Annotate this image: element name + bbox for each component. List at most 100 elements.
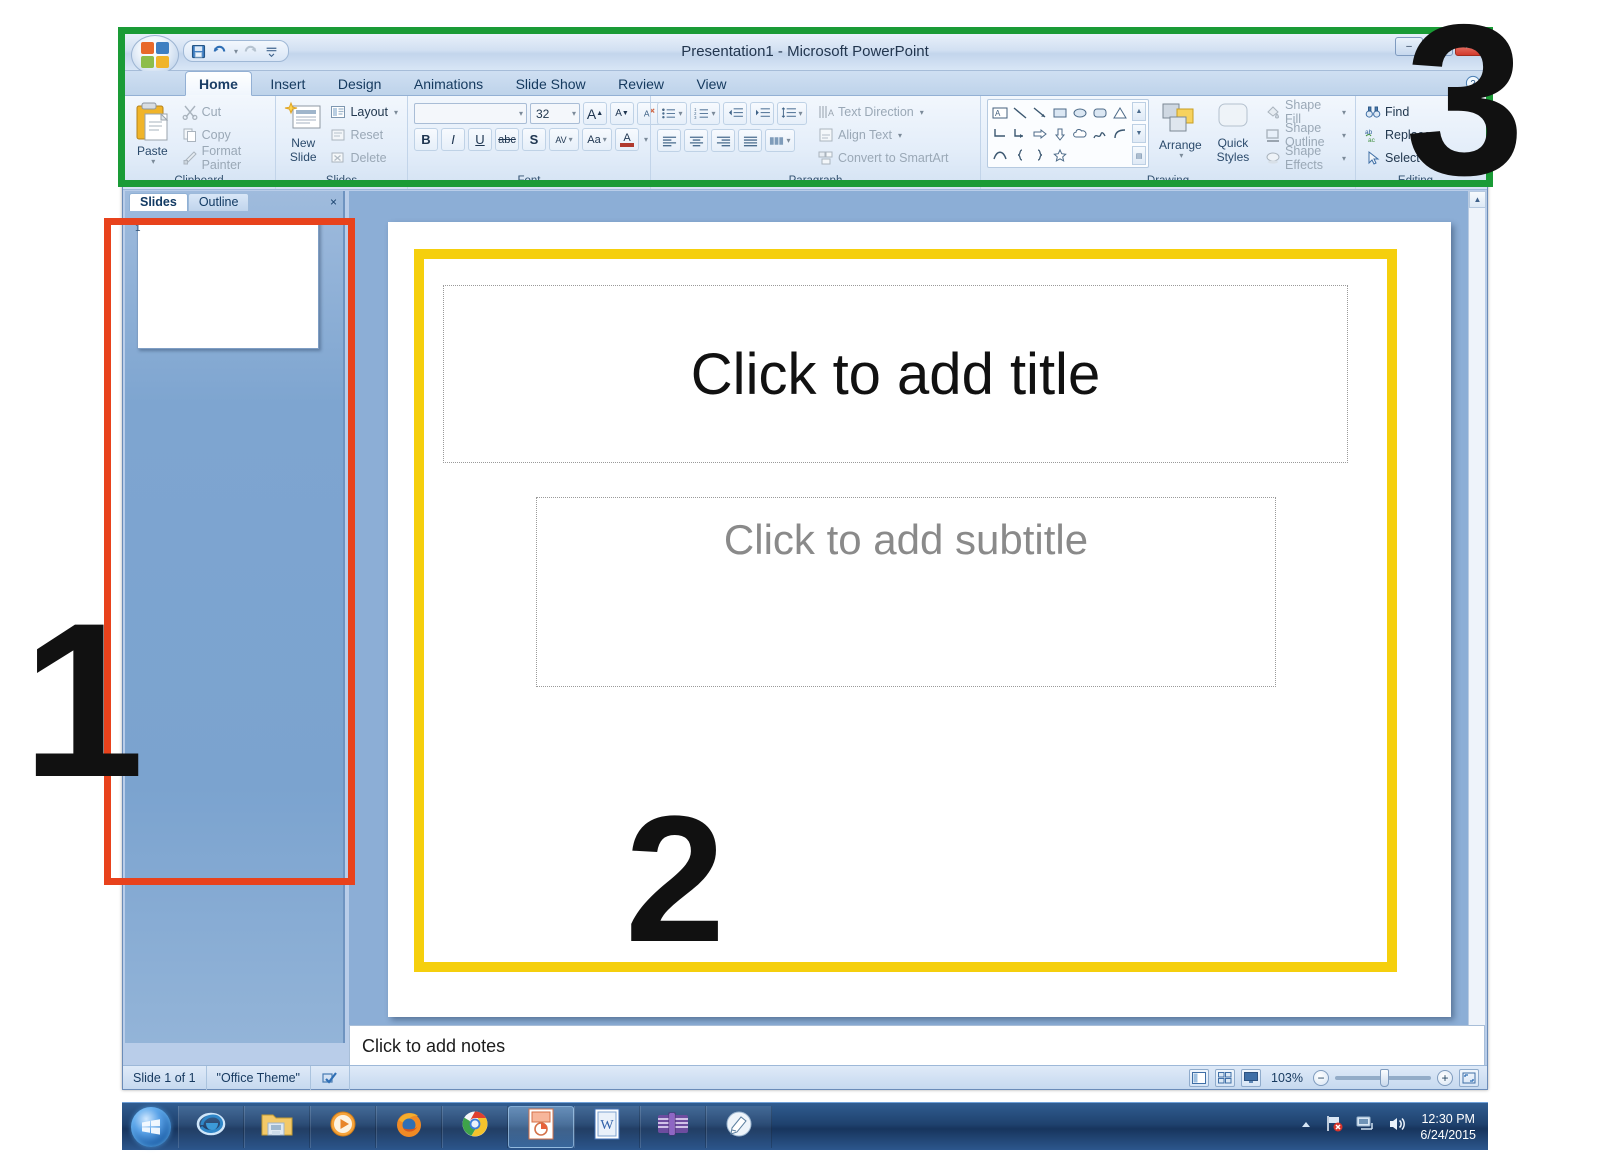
character-spacing-button[interactable]: AV ▾ [549, 128, 579, 151]
slide-canvas[interactable]: Click to add title Click to add subtitle [388, 222, 1451, 1017]
slide-sorter-view-button[interactable] [1215, 1068, 1236, 1087]
arrow-shape-icon[interactable] [1030, 102, 1050, 123]
close-slides-panel-icon[interactable]: × [330, 195, 337, 209]
cloud-shape-icon[interactable] [1070, 123, 1090, 144]
shape-outline-dropdown-icon[interactable]: ▾ [1342, 131, 1346, 140]
arrange-dropdown-icon[interactable]: ▾ [1179, 151, 1183, 160]
right-brace-shape-icon[interactable] [1030, 144, 1050, 165]
spellcheck-icon[interactable] [311, 1065, 350, 1090]
shapes-gallery[interactable]: A ▲ ▼ ▤ [987, 99, 1149, 168]
font-name-dropdown-icon[interactable]: ▾ [519, 109, 523, 118]
cut-button[interactable]: Cut [179, 101, 269, 123]
taskbar-internet-explorer[interactable] [178, 1105, 244, 1148]
font-color-button[interactable]: A [615, 128, 639, 151]
layout-dropdown-icon[interactable]: ▾ [394, 108, 398, 117]
fit-to-window-button[interactable] [1459, 1068, 1479, 1087]
line-spacing-dropdown-icon[interactable]: ▾ [798, 109, 802, 118]
taskbar-paint[interactable] [706, 1105, 772, 1148]
shapes-more-icon[interactable]: ▤ [1132, 146, 1146, 165]
layout-button[interactable]: Layout ▾ [327, 101, 401, 123]
align-center-button[interactable] [684, 129, 708, 152]
triangle-shape-icon[interactable] [1110, 102, 1130, 123]
shape-fill-dropdown-icon[interactable]: ▾ [1342, 108, 1346, 117]
reset-button[interactable]: Reset [327, 124, 401, 146]
tab-design[interactable]: Design [324, 72, 396, 97]
font-size-dropdown-icon[interactable]: ▾ [572, 109, 576, 118]
taskbar-clock[interactable]: 12:30 PM 6/24/2015 [1420, 1111, 1476, 1143]
shapes-scroll-down-icon[interactable]: ▼ [1132, 124, 1146, 143]
numbering-dropdown-icon[interactable]: ▾ [711, 109, 715, 118]
shape-effects-button[interactable]: Shape Effects ▾ [1262, 144, 1349, 172]
help-icon[interactable]: ? [1465, 75, 1481, 94]
curve-shape-icon[interactable] [1110, 123, 1130, 144]
star-shape-icon[interactable] [1050, 144, 1070, 165]
select-button[interactable]: Select ▾ [1362, 147, 1444, 169]
subtitle-placeholder[interactable]: Click to add subtitle [536, 497, 1276, 687]
editor-vertical-scrollbar[interactable]: ▲ [1468, 191, 1486, 1043]
paste-dropdown-icon[interactable]: ▾ [151, 157, 155, 166]
select-dropdown-icon[interactable]: ▾ [1426, 154, 1430, 163]
taskbar-powerpoint[interactable] [508, 1105, 574, 1148]
show-hidden-icons-icon[interactable] [1300, 1118, 1312, 1136]
character-spacing-dropdown-icon[interactable]: ▾ [569, 135, 573, 144]
rounded-rectangle-shape-icon[interactable] [1090, 102, 1110, 123]
quick-styles-button[interactable]: Quick Styles [1212, 99, 1254, 163]
bold-button[interactable]: B [414, 128, 438, 151]
network-error-icon[interactable] [1324, 1114, 1344, 1139]
normal-view-button[interactable] [1189, 1068, 1210, 1087]
underline-button[interactable]: U [468, 128, 492, 151]
shrink-font-button[interactable]: A ▼ [610, 102, 634, 125]
format-painter-button[interactable]: Format Painter [179, 144, 269, 172]
maximize-button[interactable]: □ [1425, 37, 1453, 56]
tab-outline[interactable]: Outline [187, 193, 250, 211]
italic-button[interactable]: I [441, 128, 465, 151]
tab-animations[interactable]: Animations [400, 72, 497, 97]
tab-home[interactable]: Home [185, 71, 252, 96]
right-arrow-shape-icon[interactable] [1030, 123, 1050, 144]
left-brace-shape-icon[interactable] [1010, 144, 1030, 165]
columns-dropdown-icon[interactable]: ▾ [786, 136, 790, 145]
scribble-shape-icon[interactable] [1090, 123, 1110, 144]
slide-thumbnail[interactable] [137, 221, 319, 349]
taskbar-windows-media-player[interactable] [310, 1105, 376, 1148]
shape-effects-dropdown-icon[interactable]: ▾ [1342, 154, 1346, 163]
line-shape-icon[interactable] [1010, 102, 1030, 123]
shapes-grid[interactable]: A [990, 102, 1130, 165]
rectangle-shape-icon[interactable] [1050, 102, 1070, 123]
bullets-button[interactable]: ▾ [657, 102, 687, 125]
find-button[interactable]: Find [1362, 101, 1444, 123]
align-text-button[interactable]: Align Text ▾ [815, 124, 951, 146]
taskbar-word[interactable]: W [574, 1105, 640, 1148]
zoom-slider[interactable] [1335, 1068, 1431, 1087]
shapes-scrollbar[interactable]: ▲ ▼ ▤ [1132, 102, 1146, 165]
tab-review[interactable]: Review [604, 72, 678, 97]
shape-outline-button[interactable]: Shape Outline ▾ [1262, 121, 1349, 149]
align-right-button[interactable] [711, 129, 735, 152]
arrange-button[interactable]: Arrange ▾ [1157, 99, 1204, 160]
title-placeholder[interactable]: Click to add title [443, 285, 1348, 463]
shapes-scroll-up-icon[interactable]: ▲ [1132, 102, 1146, 121]
align-text-dropdown-icon[interactable]: ▾ [898, 131, 902, 140]
tab-view[interactable]: View [682, 72, 740, 97]
arc-shape-icon[interactable] [990, 144, 1010, 165]
elbow-connector-icon[interactable] [990, 123, 1010, 144]
decrease-indent-button[interactable] [723, 102, 747, 125]
paste-button[interactable]: Paste ▾ [129, 99, 176, 166]
shape-fill-button[interactable]: Shape Fill ▾ [1262, 98, 1349, 126]
new-slide-button[interactable]: New Slide [282, 99, 324, 163]
replace-button[interactable]: ab ac Replace ▾ [1362, 124, 1444, 146]
copy-button[interactable]: Copy [179, 124, 269, 146]
tab-insert[interactable]: Insert [256, 72, 319, 97]
font-color-dropdown-icon[interactable]: ▾ [644, 135, 648, 144]
slide-thumbnail-item[interactable]: 1 [135, 221, 319, 349]
zoom-in-button[interactable]: + [1437, 1069, 1453, 1086]
minimize-button[interactable]: – [1395, 37, 1423, 56]
strikethrough-button[interactable]: abc [495, 128, 519, 151]
align-left-button[interactable] [657, 129, 681, 152]
text-box-shape-icon[interactable]: A [990, 102, 1010, 123]
text-direction-button[interactable]: A Text Direction ▾ [815, 101, 951, 123]
tab-slides[interactable]: Slides [129, 193, 188, 211]
delete-slide-button[interactable]: Delete [327, 147, 401, 169]
font-name-combo[interactable]: ▾ [414, 103, 527, 124]
scroll-up-icon[interactable]: ▲ [1469, 191, 1486, 208]
